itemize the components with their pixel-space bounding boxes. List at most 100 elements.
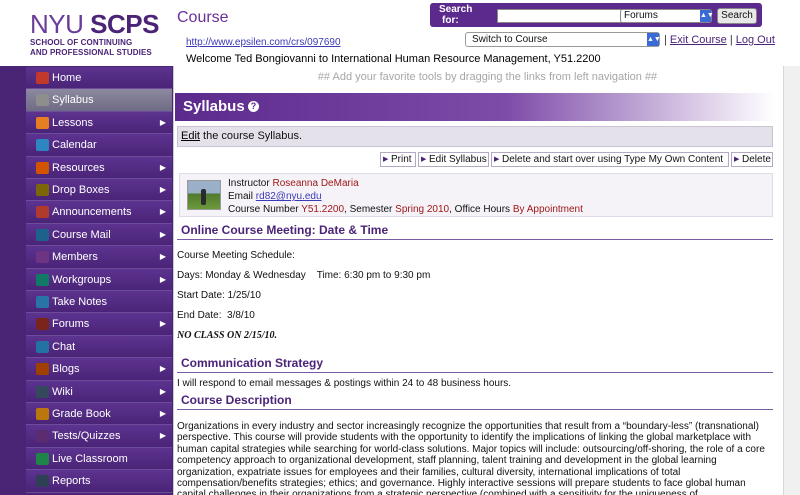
edit-bar-text: the course Syllabus. (203, 130, 303, 142)
semester: Spring 2010 (395, 204, 450, 215)
office-hours: By Appointment (512, 204, 583, 215)
delete-button[interactable]: ▶ Delete (731, 152, 773, 167)
schedule-label: Course Meeting Schedule: (177, 250, 295, 261)
email-label: Email (228, 191, 254, 202)
nyu-scps-logo[interactable]: NYU SCPS SCHOOL OF CONTINUING AND PROFES… (30, 10, 170, 62)
end-date: End Date: 3/8/10 (177, 310, 255, 321)
sidebar-item-wiki[interactable]: Wiki ▶ (26, 380, 172, 403)
chevron-right-icon: ▶ (159, 319, 166, 329)
search-label: Search (439, 4, 473, 15)
sidebar-item-course-mail[interactable]: Course Mail ▶ (26, 223, 172, 247)
arrow-icon: ▶ (421, 156, 427, 163)
lessons-icon (36, 116, 49, 129)
top-links: | Exit Course | Log Out (664, 34, 775, 46)
chevron-right-icon: ▶ (159, 431, 166, 441)
sidebar-item-label: Members (52, 251, 98, 264)
arrow-icon: ▶ (383, 156, 389, 163)
course-number-label: Course Number (228, 204, 299, 215)
search-bar: Search for: In Forums ▲▼ Search (430, 3, 762, 27)
sidebar-item-home[interactable]: Home (26, 67, 172, 90)
sidebar-item-blogs[interactable]: Blogs ▶ (26, 358, 172, 381)
sidebar-item-label: Tests/Quizzes (52, 430, 121, 443)
exit-course-link[interactable]: Exit Course (670, 34, 727, 46)
sidebar-item-live-classroom[interactable]: Live Classroom (26, 447, 172, 471)
chevron-right-icon: ▶ (159, 207, 166, 217)
scrollbar[interactable] (783, 66, 800, 495)
course-url-link[interactable]: http://www.epsilen.com/crs/097690 (186, 37, 341, 48)
home-icon (36, 72, 49, 84)
print-button[interactable]: ▶ Print (380, 152, 416, 167)
log-out-link[interactable]: Log Out (736, 34, 775, 46)
switch-course-value: Switch to Course (472, 34, 548, 45)
blogs-icon (36, 363, 49, 376)
sidebar-item-chat[interactable]: Chat (26, 335, 172, 359)
delete-label: Delete (742, 154, 771, 165)
delete-start-over-button[interactable]: ▶ Delete and start over using Type My Own… (491, 152, 729, 167)
instructor-line: Instructor Roseanna DeMaria (228, 178, 359, 189)
edit-syllabus-link[interactable]: Edit (181, 130, 200, 142)
dropbox-icon (36, 184, 49, 196)
instructor-info: Instructor Roseanna DeMaria Email rd82@n… (179, 173, 773, 217)
mail-icon (36, 228, 49, 241)
instructor-email-link[interactable]: rd82@nyu.edu (256, 191, 322, 202)
semester-label: , Semester (344, 204, 393, 215)
sidebar-item-syllabus[interactable]: Syllabus (26, 89, 172, 112)
chevron-right-icon: ▶ (159, 409, 166, 418)
instructor-name: Roseanna DeMaria (272, 178, 359, 189)
sidebar-item-members[interactable]: Members ▶ (26, 246, 172, 269)
communication-heading: Communication Strategy (181, 356, 324, 370)
sidebar-item-label: Announcements (52, 206, 132, 219)
sidebar-item-label: Blogs (52, 363, 80, 376)
chevron-right-icon: ▶ (159, 274, 166, 284)
chevron-right-icon: ▶ (159, 185, 166, 194)
sidebar-item-resources[interactable]: Resources ▶ (26, 156, 172, 179)
sidebar-nav: Home Syllabus Lessons ▶ Calendar Resources ▶ Dr… (0, 66, 174, 495)
sidebar-item-workgroups[interactable]: Workgroups ▶ (26, 268, 172, 291)
instructor-label: Instructor (228, 178, 270, 189)
sidebar-item-label: Grade Book (52, 408, 111, 420)
start-date: Start Date: 1/25/10 (177, 290, 261, 301)
sidebar-item-drop-boxes[interactable]: Drop Boxes ▶ (26, 179, 172, 202)
reports-icon (36, 475, 49, 488)
print-label: Print (391, 154, 412, 165)
days-time: Days: Monday & Wednesday Time: 6:30 pm t… (177, 270, 431, 281)
classroom-icon (36, 452, 49, 465)
chevron-right-icon: ▶ (159, 252, 166, 262)
sidebar-item-forums[interactable]: Forums ▶ (26, 313, 172, 336)
search-button[interactable]: Search (717, 8, 757, 24)
course-number: Y51.2200 (301, 204, 345, 215)
calendar-icon (36, 139, 49, 152)
sidebar-item-label: Home (52, 72, 82, 84)
communication-text: I will respond to email messages & posti… (177, 378, 512, 389)
sidebar-item-label: Workgroups (52, 273, 112, 286)
search-for-label: for: (442, 15, 459, 26)
sidebar-item-calendar[interactable]: Calendar (26, 134, 172, 157)
divider (177, 372, 773, 373)
sidebar-item-label: Drop Boxes (52, 184, 110, 196)
sidebar-item-label: Forums (52, 318, 90, 331)
sidebar-item-lessons[interactable]: Lessons ▶ (26, 111, 172, 135)
office-hours-label: , Office Hours (449, 204, 511, 215)
divider (177, 239, 773, 240)
workgroups-icon (36, 273, 49, 286)
drop-hint: ## Add your favorite tools by dragging t… (317, 71, 658, 83)
sidebar-item-tests-quizzes[interactable]: Tests/Quizzes ▶ (26, 425, 172, 448)
delete-start-over-label: Delete and start over using Type My Own … (502, 154, 724, 165)
welcome-message: Welcome Ted Bongiovanni to International… (186, 53, 601, 65)
sidebar-item-label: Live Classroom (52, 452, 128, 465)
course-description-heading: Course Description (181, 393, 292, 407)
switch-course-select[interactable]: Switch to Course ▲▼ (465, 32, 661, 47)
sidebar-item-grade-book[interactable]: Grade Book ▶ (26, 403, 172, 426)
sidebar-item-reports[interactable]: Reports (26, 470, 172, 493)
gradebook-icon (36, 408, 49, 420)
sidebar-item-label: Lessons (52, 116, 93, 129)
edit-syllabus-label: Edit Syllabus (429, 154, 487, 165)
instructor-photo (187, 180, 221, 210)
help-icon[interactable]: ? (248, 101, 259, 112)
sidebar-item-announcements[interactable]: Announcements ▶ (26, 201, 172, 224)
search-scope-select[interactable]: Forums ▲▼ (620, 9, 714, 23)
sidebar-item-take-notes[interactable]: Take Notes (26, 291, 172, 314)
sidebar-item-label: Calendar (52, 139, 97, 152)
sidebar-item-label: Resources (52, 161, 105, 174)
edit-syllabus-button[interactable]: ▶ Edit Syllabus (418, 152, 489, 167)
